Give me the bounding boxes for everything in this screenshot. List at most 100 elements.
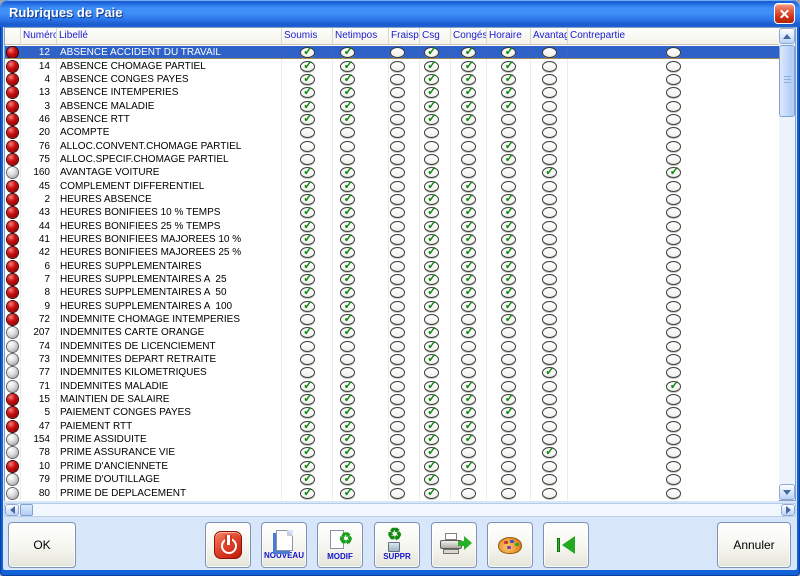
check-netimpos[interactable] xyxy=(340,206,355,219)
check-csg[interactable] xyxy=(423,140,439,152)
check-contrepartie[interactable] xyxy=(666,420,681,432)
check-fraispro[interactable] xyxy=(389,100,405,112)
check-soumis[interactable] xyxy=(299,406,315,419)
check-horaire[interactable] xyxy=(501,300,516,312)
check-csg[interactable] xyxy=(423,73,439,85)
check-conges[interactable] xyxy=(461,447,476,459)
check-avantage[interactable] xyxy=(541,314,557,326)
check-avantage[interactable] xyxy=(541,46,557,58)
check-soumis[interactable] xyxy=(299,59,315,72)
check-netimpos[interactable] xyxy=(340,486,355,499)
check-horaire[interactable] xyxy=(501,167,516,179)
check-fraispro[interactable] xyxy=(389,314,405,326)
check-netimpos[interactable] xyxy=(340,340,355,352)
check-csg[interactable] xyxy=(423,353,439,366)
table-row[interactable]: 154 PRIME ASSIDUITE xyxy=(5,432,779,447)
check-avantage[interactable] xyxy=(541,60,557,72)
check-csg[interactable] xyxy=(423,380,439,392)
check-contrepartie[interactable] xyxy=(666,46,681,58)
check-contrepartie[interactable] xyxy=(666,166,681,179)
check-csg[interactable] xyxy=(423,206,439,219)
check-soumis[interactable] xyxy=(299,73,315,85)
check-netimpos[interactable] xyxy=(340,326,355,339)
check-fraispro[interactable] xyxy=(389,474,405,486)
check-netimpos[interactable] xyxy=(340,473,355,486)
check-csg[interactable] xyxy=(423,246,439,259)
table-row[interactable]: 4 ABSENCE CONGES PAYES xyxy=(5,72,779,87)
titlebar[interactable]: Rubriques de Paie xyxy=(0,0,800,27)
table-row[interactable]: 47 PAIEMENT RTT xyxy=(5,419,779,433)
check-horaire[interactable] xyxy=(501,59,516,72)
header-horaire[interactable]: Horaire xyxy=(487,28,531,44)
check-horaire[interactable] xyxy=(501,286,516,299)
table-row[interactable]: 2 HEURES ABSENCE xyxy=(5,192,779,207)
header-icon-column[interactable] xyxy=(5,28,21,44)
check-horaire[interactable] xyxy=(501,193,516,205)
check-horaire[interactable] xyxy=(501,327,516,339)
check-avantage[interactable] xyxy=(541,193,557,205)
check-avantage[interactable] xyxy=(541,394,557,406)
check-csg[interactable] xyxy=(423,406,439,419)
check-horaire[interactable] xyxy=(501,180,516,192)
check-soumis[interactable] xyxy=(299,86,315,99)
check-conges[interactable] xyxy=(461,406,476,419)
check-conges[interactable] xyxy=(461,73,476,85)
check-horaire[interactable] xyxy=(501,406,516,419)
check-soumis[interactable] xyxy=(299,99,315,112)
header-contrepartie[interactable]: Contrepartie xyxy=(568,28,779,44)
check-conges[interactable] xyxy=(461,219,476,232)
check-avantage[interactable] xyxy=(541,274,557,286)
check-horaire[interactable] xyxy=(501,474,516,486)
check-contrepartie[interactable] xyxy=(666,487,681,499)
check-avantage[interactable] xyxy=(541,366,557,379)
check-conges[interactable] xyxy=(461,246,476,259)
check-csg[interactable] xyxy=(423,179,439,192)
check-netimpos[interactable] xyxy=(340,433,355,446)
check-avantage[interactable] xyxy=(541,300,557,312)
check-fraispro[interactable] xyxy=(389,434,405,446)
table-row[interactable]: 12 ABSENCE ACCIDENT DU TRAVAIL xyxy=(5,46,779,60)
check-avantage[interactable] xyxy=(541,100,557,112)
header-soumis[interactable]: Soumis xyxy=(282,28,333,44)
check-fraispro[interactable] xyxy=(389,140,405,152)
check-contrepartie[interactable] xyxy=(666,100,681,112)
check-conges[interactable] xyxy=(461,179,476,192)
check-fraispro[interactable] xyxy=(389,46,405,58)
check-contrepartie[interactable] xyxy=(666,180,681,192)
check-horaire[interactable] xyxy=(501,354,516,366)
check-contrepartie[interactable] xyxy=(666,73,681,85)
check-horaire[interactable] xyxy=(501,420,516,432)
check-horaire[interactable] xyxy=(501,260,516,272)
check-avantage[interactable] xyxy=(541,420,557,432)
check-conges[interactable] xyxy=(461,233,476,245)
check-csg[interactable] xyxy=(423,273,439,286)
check-fraispro[interactable] xyxy=(389,407,405,419)
check-fraispro[interactable] xyxy=(389,127,405,139)
table-row[interactable]: 74 INDEMNITES DE LICENCIEMENT xyxy=(5,339,779,353)
table-row[interactable]: 6 HEURES SUPPLEMENTAIRES xyxy=(5,259,779,273)
check-conges[interactable] xyxy=(461,487,476,499)
check-conges[interactable] xyxy=(461,474,476,486)
check-fraispro[interactable] xyxy=(389,193,405,205)
table-row[interactable]: 75 ALLOC.SPECIF.CHOMAGE PARTIEL xyxy=(5,152,779,167)
check-contrepartie[interactable] xyxy=(666,380,681,392)
check-csg[interactable] xyxy=(423,233,439,245)
check-horaire[interactable] xyxy=(501,219,516,232)
table-row[interactable]: 7 HEURES SUPPLEMENTAIRES A 25 xyxy=(5,272,779,287)
check-csg[interactable] xyxy=(423,433,439,446)
check-horaire[interactable] xyxy=(501,273,516,286)
check-horaire[interactable] xyxy=(501,86,516,99)
check-avantage[interactable] xyxy=(541,354,557,366)
check-conges[interactable] xyxy=(461,326,476,339)
check-contrepartie[interactable] xyxy=(666,260,681,272)
check-horaire[interactable] xyxy=(501,206,516,219)
check-csg[interactable] xyxy=(423,300,439,312)
first-record-button[interactable] xyxy=(543,522,589,568)
check-horaire[interactable] xyxy=(501,127,516,139)
check-csg[interactable] xyxy=(423,473,439,486)
check-netimpos[interactable] xyxy=(340,246,355,259)
check-netimpos[interactable] xyxy=(340,219,355,232)
header-fraispro[interactable]: Fraispro xyxy=(389,28,420,44)
check-conges[interactable] xyxy=(461,99,476,112)
check-csg[interactable] xyxy=(423,46,439,58)
